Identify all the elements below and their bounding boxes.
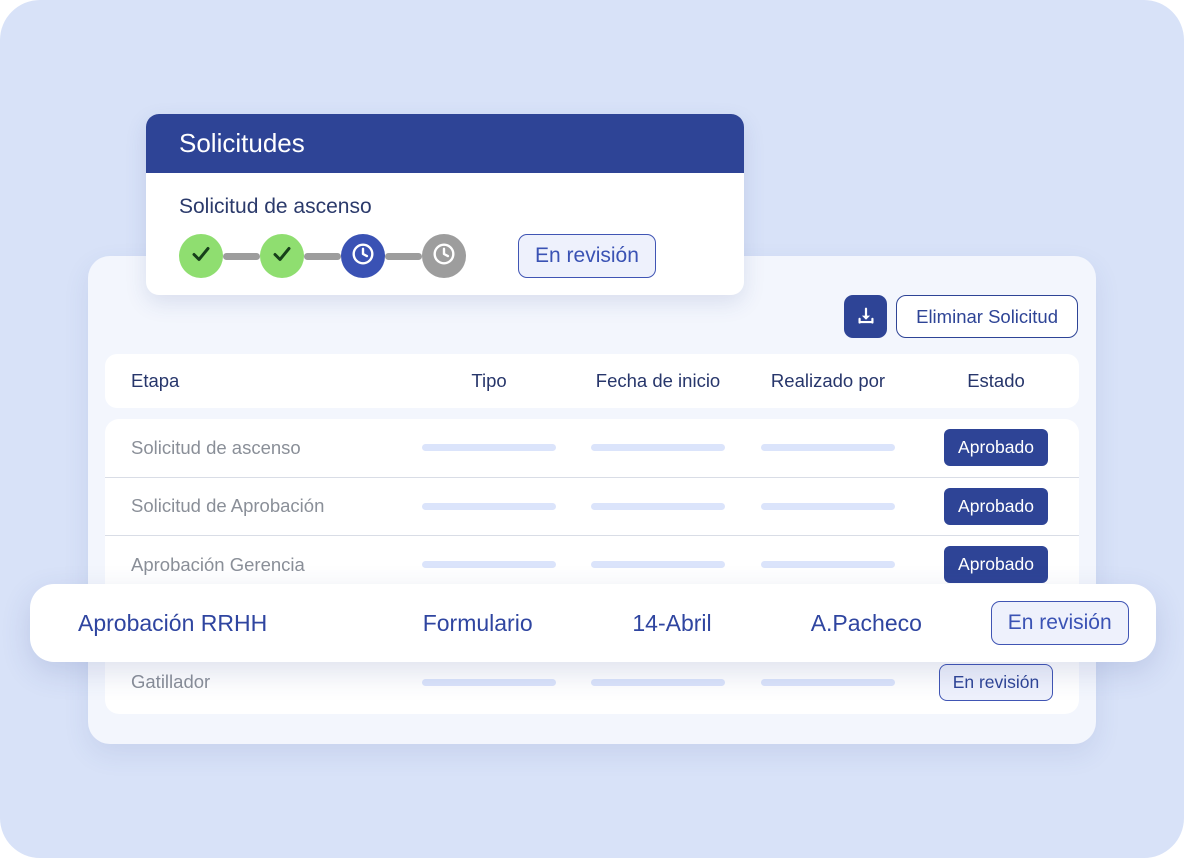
check-icon — [270, 242, 294, 271]
request-status-badge[interactable]: En revisión — [518, 234, 656, 278]
cell-fecha-placeholder — [573, 678, 743, 686]
placeholder-bar — [422, 561, 556, 569]
download-button[interactable] — [844, 295, 888, 338]
step-connector — [223, 252, 260, 260]
check-icon — [189, 242, 213, 271]
cell-fecha-placeholder — [573, 561, 743, 569]
cell-estado: En revisión — [913, 663, 1079, 701]
step-2-complete[interactable] — [260, 234, 304, 278]
placeholder-bar — [591, 561, 725, 569]
cell-estado: Aprobado — [913, 429, 1079, 467]
step-connector — [304, 252, 341, 260]
column-header-fecha-inicio: Fecha de inicio — [595, 370, 721, 391]
cell-realizado-placeholder — [743, 502, 913, 510]
status-badge[interactable]: Aprobado — [944, 546, 1048, 584]
step-connector — [385, 252, 422, 260]
clock-icon — [431, 241, 457, 272]
column-header-realizado-por: Realizado por — [770, 370, 886, 391]
step-1-complete[interactable] — [179, 234, 223, 278]
page-title: Solicitudes — [179, 128, 305, 158]
solicitudes-card-body: Solicitud de ascenso En revisión — [146, 173, 744, 278]
cell-realizado-placeholder — [743, 678, 913, 686]
placeholder-bar — [422, 678, 556, 686]
placeholder-bar — [761, 502, 895, 510]
status-badge[interactable]: En revisión — [938, 663, 1054, 701]
progress-stepper: En revisión — [179, 234, 744, 278]
download-icon — [855, 306, 877, 328]
highlighted-cell-realizado-por: A.Pacheco — [810, 609, 922, 636]
table-body: Solicitud de ascenso Aprobado Solicitud … — [105, 419, 1079, 714]
status-badge[interactable]: Aprobado — [944, 429, 1048, 467]
cell-etapa: Solicitud de Aprobación — [131, 495, 325, 517]
cell-fecha-placeholder — [573, 502, 743, 510]
delete-request-button[interactable]: Eliminar Solicitud — [896, 295, 1078, 338]
table-row[interactable]: Solicitud de ascenso Aprobado — [105, 419, 1079, 478]
solicitudes-card-header: Solicitudes — [146, 114, 744, 173]
highlighted-cell-fecha: 14-Abril — [632, 609, 712, 636]
status-badge[interactable]: En revisión — [990, 601, 1129, 645]
highlighted-table-row[interactable]: Aprobación RRHH Formulario 14-Abril A.Pa… — [30, 584, 1156, 662]
column-header-etapa: Etapa — [131, 370, 180, 391]
cell-realizado-placeholder — [743, 444, 913, 452]
highlighted-cell-tipo: Formulario — [422, 609, 533, 636]
step-4-pending[interactable] — [422, 234, 466, 278]
cell-tipo-placeholder — [405, 678, 573, 686]
placeholder-bar — [591, 678, 725, 686]
table-row[interactable]: Solicitud de Aprobación Aprobado — [105, 478, 1079, 536]
placeholder-bar — [591, 502, 725, 510]
table-header: Etapa Tipo Fecha de inicio Realizado por… — [105, 354, 1079, 408]
cell-tipo-placeholder — [405, 561, 573, 569]
cell-tipo-placeholder — [405, 502, 573, 510]
cell-etapa: Solicitud de ascenso — [131, 436, 301, 458]
highlighted-cell-estado: En revisión — [963, 601, 1156, 645]
highlighted-cell-etapa: Aprobación RRHH — [78, 609, 268, 636]
placeholder-bar — [422, 444, 556, 452]
cell-realizado-placeholder — [743, 561, 913, 569]
cell-tipo-placeholder — [405, 444, 573, 452]
screenshot-root: Eliminar Solicitud Etapa Tipo Fecha de i… — [0, 0, 1184, 858]
placeholder-bar — [422, 502, 556, 510]
column-header-estado: Estado — [967, 370, 1025, 391]
cell-etapa: Aprobación Gerencia — [131, 553, 305, 575]
cell-fecha-placeholder — [573, 444, 743, 452]
status-badge[interactable]: Aprobado — [944, 487, 1048, 525]
cell-estado: Aprobado — [913, 487, 1079, 525]
request-subtitle: Solicitud de ascenso — [179, 195, 372, 218]
placeholder-bar — [591, 444, 725, 452]
cell-estado: Aprobado — [913, 546, 1079, 584]
solicitudes-card: Solicitudes Solicitud de ascenso En revi… — [146, 114, 744, 295]
cell-etapa: Gatillador — [131, 671, 211, 693]
step-3-active[interactable] — [341, 234, 385, 278]
clock-icon — [350, 241, 376, 272]
placeholder-bar — [761, 561, 895, 569]
placeholder-bar — [761, 678, 895, 686]
placeholder-bar — [761, 444, 895, 452]
requests-panel: Eliminar Solicitud Etapa Tipo Fecha de i… — [88, 256, 1096, 744]
column-header-tipo: Tipo — [471, 370, 507, 391]
table-toolbar: Eliminar Solicitud — [844, 295, 1078, 338]
